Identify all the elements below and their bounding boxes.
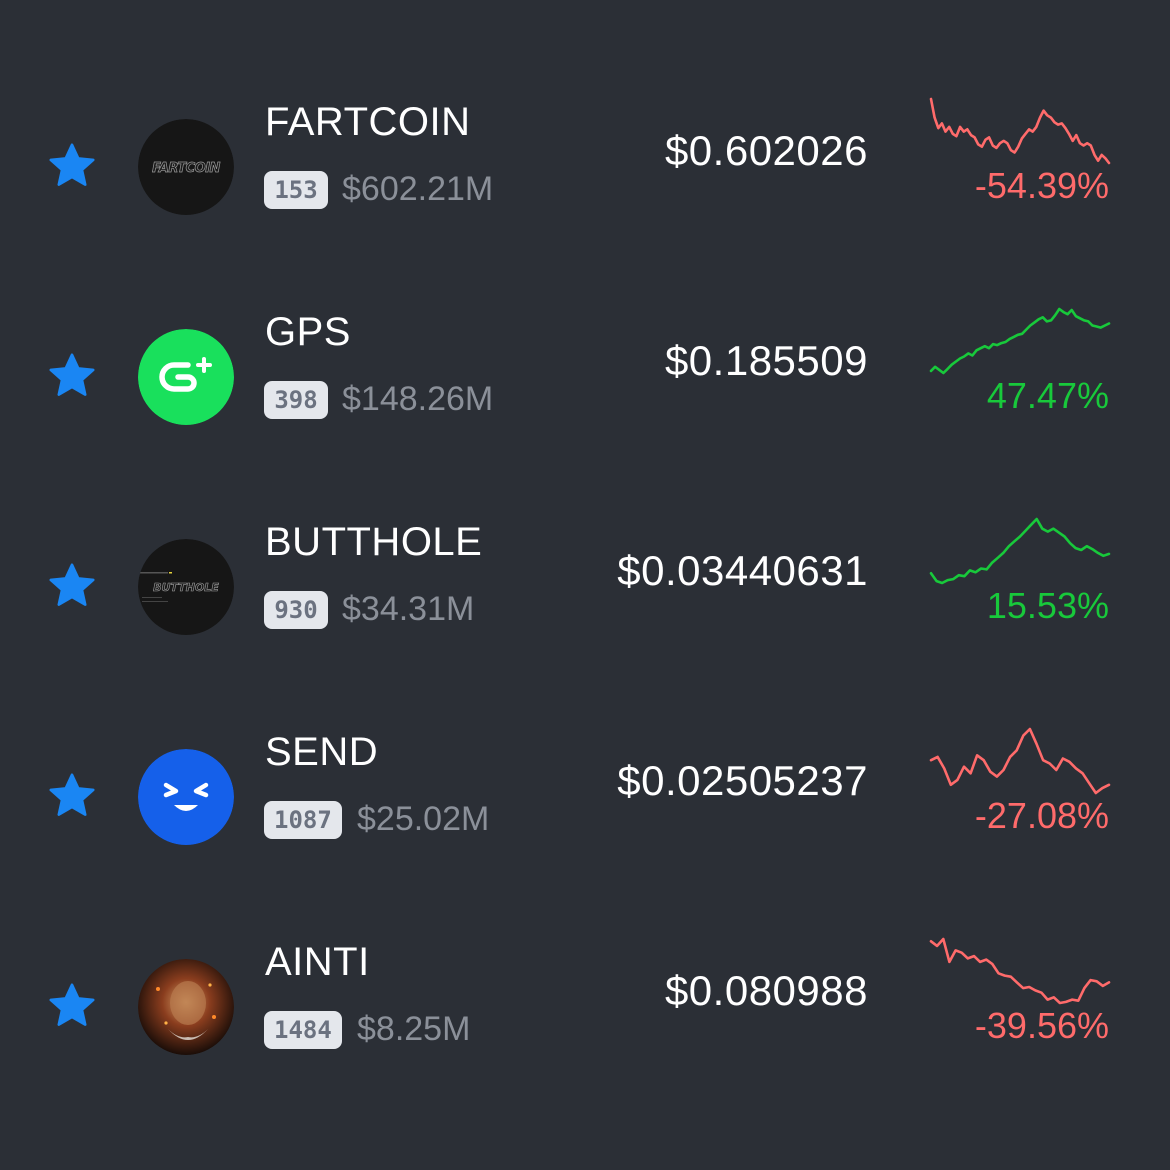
- change-percent: 15.53%: [986, 585, 1109, 626]
- price: $0.080988: [664, 967, 868, 1014]
- sparkline-chart: [929, 937, 1111, 1005]
- star-icon[interactable]: [46, 770, 98, 822]
- sparkline-line: [929, 727, 1111, 795]
- sparkline-line: [929, 937, 1111, 1005]
- gps-logo-icon: [138, 329, 234, 425]
- fartcoin-logo-icon: FARTCOIN: [138, 119, 234, 215]
- rank-badge: 930: [264, 591, 328, 629]
- sparkline-chart: [929, 307, 1111, 375]
- price: $0.185509: [664, 337, 868, 384]
- token-name: SEND: [265, 730, 379, 774]
- rank-badge: 1484: [264, 1011, 342, 1049]
- sparkline-chart: [929, 97, 1111, 165]
- change-percent: 47.47%: [986, 375, 1109, 416]
- logo-wordmark: FARTCOIN: [152, 161, 220, 176]
- sparkline-chart: [929, 517, 1111, 585]
- butthole-logo-icon: BUTTHOLE: [138, 539, 234, 635]
- price: $0.02505237: [617, 757, 868, 804]
- token-name: AINTI: [265, 940, 370, 984]
- price: $0.602026: [664, 127, 868, 174]
- sparkline-chart: [929, 727, 1111, 795]
- star-icon[interactable]: [46, 140, 98, 192]
- logo-wordmark: BUTTHOLE: [153, 581, 219, 594]
- sparkline-line: [929, 307, 1111, 375]
- token-name: BUTTHOLE: [265, 520, 483, 564]
- market-cap: $34.31M: [342, 590, 475, 628]
- token-name: FARTCOIN: [265, 100, 471, 144]
- change-percent: -27.08%: [974, 795, 1109, 836]
- market-cap: $25.02M: [357, 800, 490, 838]
- rank-badge: 1087: [264, 801, 342, 839]
- change-percent: -39.56%: [974, 1005, 1109, 1046]
- watchlist: FARTCOIN FARTCOIN 153 $602.21M $0.602026…: [0, 0, 1170, 1170]
- rank-badge: 153: [264, 171, 328, 209]
- token-row-send[interactable]: SEND 1087 $25.02M $0.02505237 -27.08%: [0, 716, 1170, 926]
- token-row-ainti[interactable]: AINTI 1484 $8.25M $0.080988 -39.56%: [0, 926, 1170, 1136]
- market-cap: $8.25M: [357, 1010, 471, 1048]
- sparkline-line: [929, 97, 1111, 165]
- star-icon[interactable]: [46, 560, 98, 612]
- token-row-gps[interactable]: GPS 398 $148.26M $0.185509 47.47%: [0, 296, 1170, 506]
- token-row-butthole[interactable]: BUTTHOLE BUTTHOLE 930 $34.31M $0.0344063…: [0, 506, 1170, 716]
- rank-badge: 398: [264, 381, 328, 419]
- change-percent: -54.39%: [974, 165, 1109, 206]
- sparkline-line: [929, 517, 1111, 585]
- token-row-fartcoin[interactable]: FARTCOIN FARTCOIN 153 $602.21M $0.602026…: [0, 86, 1170, 296]
- send-logo-icon: [138, 749, 234, 845]
- market-cap: $602.21M: [342, 170, 494, 208]
- star-icon[interactable]: [46, 350, 98, 402]
- market-cap: $148.26M: [342, 380, 494, 418]
- star-icon[interactable]: [46, 980, 98, 1032]
- price: $0.03440631: [617, 547, 868, 594]
- ainti-logo-icon: [138, 959, 234, 1055]
- token-name: GPS: [265, 310, 351, 354]
